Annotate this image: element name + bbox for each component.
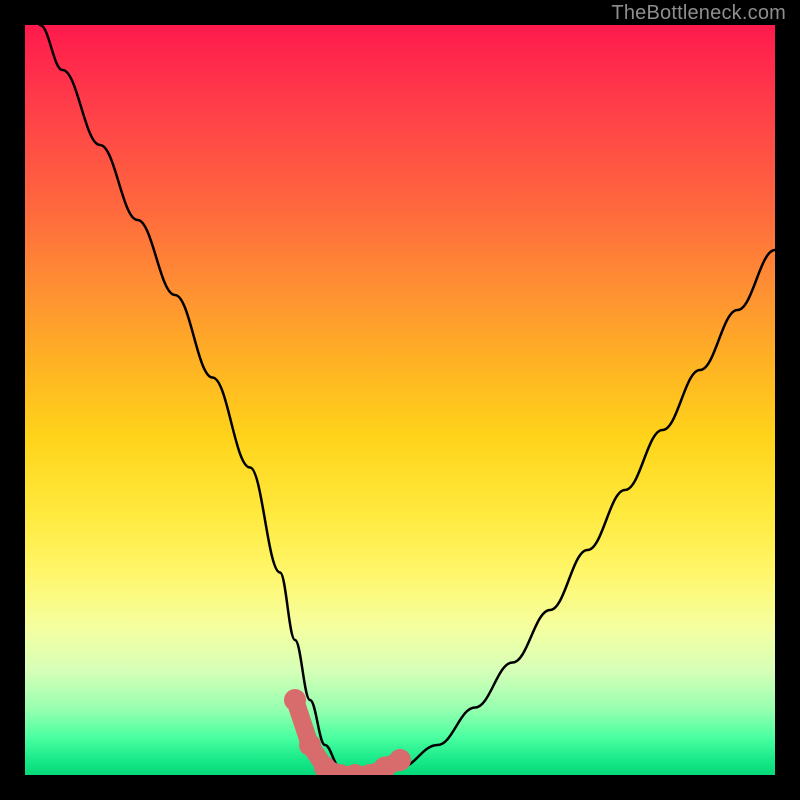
highlight-marker [284,689,306,711]
curve-layer [25,25,775,775]
watermark-text: TheBottleneck.com [611,2,786,25]
highlight-markers [284,689,411,775]
highlight-marker [389,749,411,771]
plot-area [25,25,775,775]
bottleneck-curve [40,25,775,775]
highlight-marker [299,734,321,756]
chart-frame: TheBottleneck.com [0,0,800,800]
